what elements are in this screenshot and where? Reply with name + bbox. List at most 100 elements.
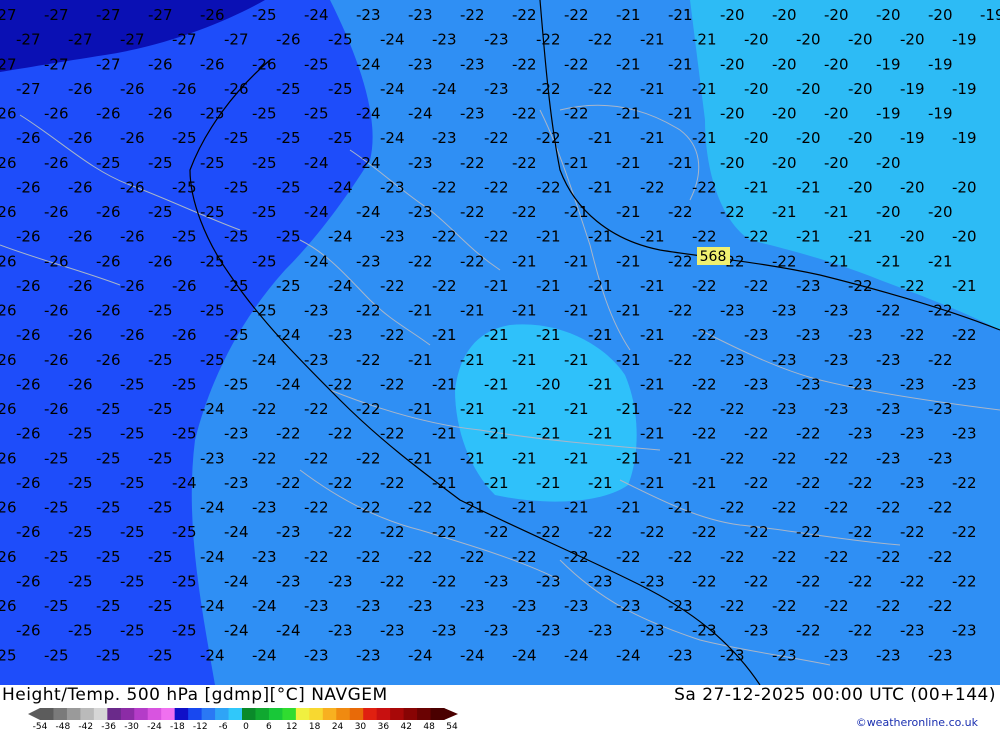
temperature-value: -26 [16, 129, 41, 147]
temperature-value: -26 [16, 178, 41, 196]
temperature-value: -23 [304, 351, 329, 369]
temperature-value: -21 [668, 105, 693, 123]
temperature-value: -25 [200, 351, 225, 369]
color-scale-labels: -54 -48 -42 -36 -30 -24 -18 -12 -6 0 6 12 18 24 30 36 42… [33, 722, 466, 733]
temperature-value: -22 [484, 523, 509, 541]
temperature-value: -21 [772, 203, 797, 221]
temperature-value: -22 [304, 548, 329, 566]
temperature-value: -22 [460, 548, 485, 566]
temperature-value: -25 [96, 400, 121, 418]
temperature-value: -21 [588, 474, 613, 492]
temperature-value: -26 [16, 572, 41, 590]
temperature-value: -26 [172, 326, 197, 344]
temperature-value: -21 [616, 154, 641, 172]
temperature-value: -21 [640, 474, 665, 492]
temperature-value: -22 [900, 523, 925, 541]
scale-swatch [161, 708, 176, 720]
temperature-value: -24 [432, 80, 457, 98]
temperature-value: -22 [952, 572, 977, 590]
temperature-value: -20 [848, 129, 873, 147]
temperature-value: -26 [148, 55, 173, 73]
temperature-value: -21 [408, 449, 433, 467]
scale-swatch [215, 708, 230, 720]
temperature-value: -25 [200, 154, 225, 172]
scale-tick-label: 48 [423, 722, 435, 732]
temperature-value: -24 [356, 105, 381, 123]
temperature-value: -22 [460, 154, 485, 172]
temperature-value: -23 [328, 622, 353, 640]
temperature-value: -21 [616, 55, 641, 73]
temperature-value: -25 [148, 203, 173, 221]
temperature-value: -24 [616, 646, 641, 664]
scale-swatch [295, 708, 310, 720]
temperature-value: -27 [148, 6, 173, 24]
temperature-value: -20 [796, 80, 821, 98]
temperature-value: -22 [460, 252, 485, 270]
temperature-value: -26 [148, 105, 173, 123]
temperature-value: -21 [640, 31, 665, 49]
temperature-value: -22 [952, 326, 977, 344]
temperature-value: -22 [744, 474, 769, 492]
temperature-value: -22 [252, 400, 277, 418]
temperature-value: -24 [304, 252, 329, 270]
temperature-value: -20 [848, 31, 873, 49]
temperature-value: -19 [952, 31, 977, 49]
temperature-value: -20 [952, 228, 977, 246]
temperature-value: -21 [692, 80, 717, 98]
temperature-value: -24 [252, 597, 277, 615]
temperature-value: -21 [536, 228, 561, 246]
temperature-value: -21 [588, 326, 613, 344]
temperature-value: -23 [744, 375, 769, 393]
temperature-value: -21 [668, 55, 693, 73]
temperature-value: -23 [928, 646, 953, 664]
temperature-value: -24 [408, 646, 433, 664]
temperature-value: -22 [640, 523, 665, 541]
temperature-value: -25 [276, 277, 301, 295]
temperature-value: -21 [564, 499, 589, 517]
temperature-value: -22 [640, 178, 665, 196]
temperature-value: -21 [848, 228, 873, 246]
temperature-value: -26 [252, 55, 277, 73]
temperature-value: -24 [200, 400, 225, 418]
temperature-value: -22 [328, 523, 353, 541]
temperature-value: -26 [96, 203, 121, 221]
temperature-value: -23 [772, 351, 797, 369]
temperature-value: -26 [16, 523, 41, 541]
temperature-value: -22 [668, 400, 693, 418]
temperature-value: -22 [824, 499, 849, 517]
temperature-value: -21 [484, 277, 509, 295]
temperature-value: -27 [16, 31, 41, 49]
temperature-value: -21 [616, 105, 641, 123]
scale-swatch [268, 708, 283, 720]
temperature-value: -22 [276, 425, 301, 443]
temperature-value: -23 [408, 597, 433, 615]
temperature-value: -21 [512, 302, 537, 320]
temperature-value: -26 [224, 80, 249, 98]
scale-swatch [53, 708, 68, 720]
temperature-value: -25 [252, 105, 277, 123]
temperature-value: -24 [328, 277, 353, 295]
temperature-value: -26 [96, 252, 121, 270]
temperature-value: -23 [356, 6, 381, 24]
temperature-value: -23 [720, 302, 745, 320]
temperature-value: -26 [200, 55, 225, 73]
temperature-value: -22 [356, 302, 381, 320]
scale-swatch [80, 708, 95, 720]
temperature-value: -23 [876, 449, 901, 467]
temperature-value: -23 [224, 474, 249, 492]
temperature-value: -24 [356, 154, 381, 172]
scale-swatch [390, 708, 405, 720]
temperature-value: -25 [96, 499, 121, 517]
temperature-value: -22 [432, 228, 457, 246]
temperature-value: -22 [744, 425, 769, 443]
temperature-value: -20 [824, 55, 849, 73]
scale-swatch [430, 708, 445, 720]
credit-link[interactable]: ©weatheronline.co.uk [856, 716, 978, 729]
temperature-value: -26 [44, 154, 69, 172]
temperature-value: -20 [744, 80, 769, 98]
temperature-value: -24 [564, 646, 589, 664]
temperature-value: -22 [512, 105, 537, 123]
temperature-value: -23 [772, 302, 797, 320]
temperature-value: -25 [252, 252, 277, 270]
temperature-value: -21 [952, 277, 977, 295]
